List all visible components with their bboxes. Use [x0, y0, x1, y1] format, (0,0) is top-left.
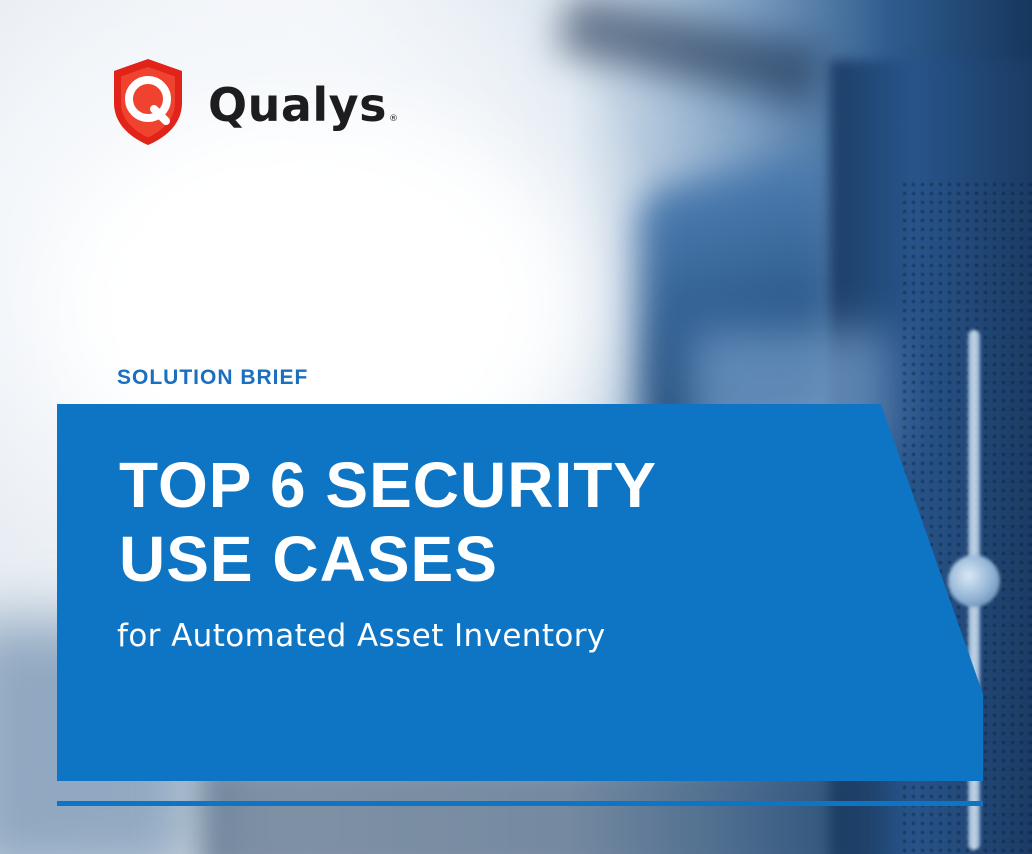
- qualys-logo: Qualys ®: [110, 57, 399, 147]
- document-subtitle: for Automated Asset Inventory: [117, 618, 606, 654]
- background-ceiling-beam: [556, 0, 824, 107]
- bottom-rule: [57, 801, 983, 806]
- title-line-2: USE CASES: [119, 523, 498, 595]
- document-type-label: SOLUTION BRIEF: [117, 366, 309, 389]
- title-line-1: TOP 6 SECURITY: [119, 449, 657, 521]
- server-rack-handle: [948, 555, 1000, 607]
- qualys-shield-icon: [114, 59, 182, 145]
- brand-name: Qualys: [208, 78, 388, 132]
- registered-mark: ®: [389, 114, 399, 124]
- brand-wordmark: Qualys ®: [208, 82, 399, 128]
- document-title: TOP 6 SECURITY USE CASES: [119, 448, 657, 596]
